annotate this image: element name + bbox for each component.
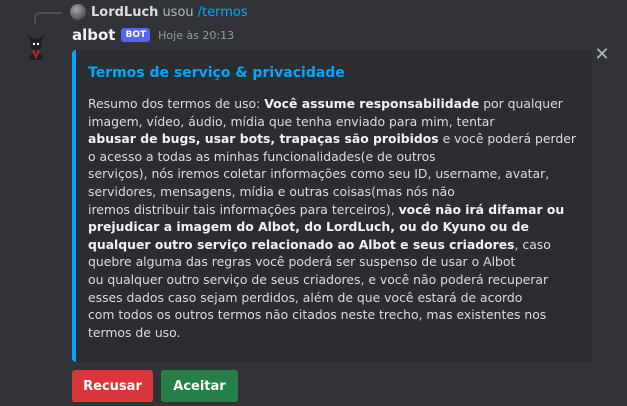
embed-card: Termos de serviço & privacidade Resumo d… (72, 50, 592, 362)
reply-author[interactable]: LordLuch (91, 5, 158, 20)
reply-context: LordLuch usou /termos (70, 3, 248, 21)
reply-connector (34, 12, 62, 24)
reply-verb: usou (162, 4, 194, 20)
message-author[interactable]: albot (72, 26, 115, 44)
embed-description: Resumo dos termos de uso: Você assume re… (88, 95, 582, 341)
albot-avatar[interactable] (16, 27, 56, 67)
reply-avatar[interactable] (70, 4, 86, 20)
embed-bold-text: Você assume responsabilidade (264, 96, 480, 111)
embed-title: Termos de serviço & privacidade (88, 65, 345, 81)
embed-text: Resumo dos termos de uso: (88, 96, 265, 111)
bot-badge: BOT (121, 28, 151, 42)
message-timestamp[interactable]: Hoje às 20:13 (158, 29, 234, 42)
close-icon[interactable]: ✕ (593, 46, 611, 64)
decline-button[interactable]: Recusar (72, 370, 153, 402)
accept-button[interactable]: Aceitar (161, 370, 238, 402)
embed-text: com todos os outros termos não citados n… (88, 307, 547, 340)
embed-text: serviços), nós iremos coletar informaçõe… (88, 166, 550, 199)
reply-command[interactable]: /termos (198, 5, 248, 20)
embed-text: iremos distribuir tais informações para … (88, 201, 399, 217)
embed-bold-text: qualquer outro serviço relacionado ao Al… (88, 236, 515, 252)
embed-bold-text: abusar de bugs, usar bots, trapaças são … (88, 131, 439, 147)
albot-avatar-icon (16, 27, 56, 67)
embed-text: ou qualquer outro serviço de seus criado… (88, 271, 549, 305)
message-header: albot BOT Hoje às 20:13 (72, 25, 234, 45)
